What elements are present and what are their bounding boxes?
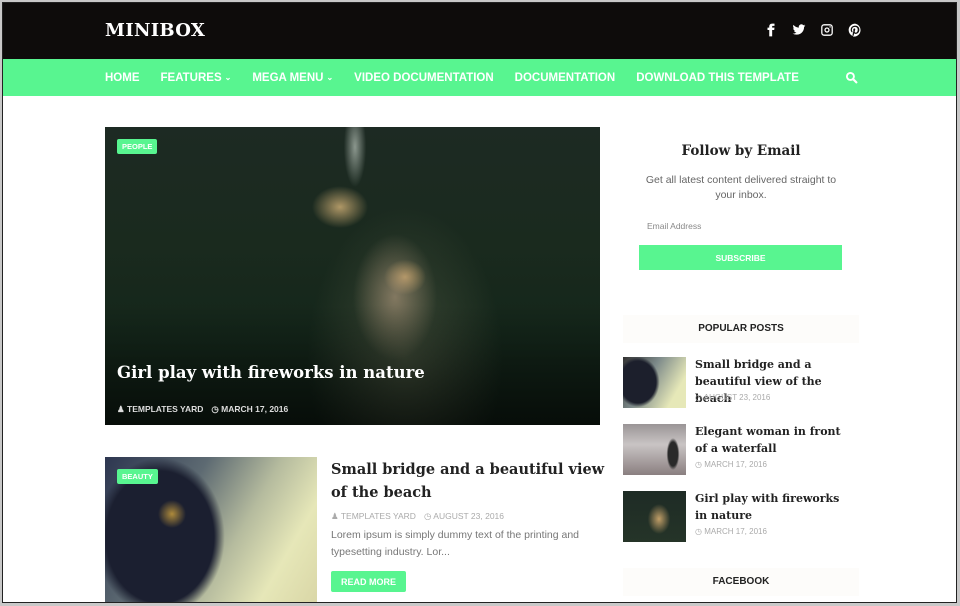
post-thumbnail[interactable]: BEAUTY [105, 457, 317, 602]
clock-icon: ◷ [695, 393, 702, 402]
nav-item-documentation[interactable]: DOCUMENTATION [515, 72, 616, 84]
user-icon: ♟ [117, 404, 125, 414]
category-tag[interactable]: BEAUTY [117, 469, 158, 484]
twitter-icon[interactable] [791, 22, 806, 38]
post-thumbnail[interactable] [623, 424, 686, 475]
date-text: MARCH 17, 2016 [704, 527, 767, 536]
social-links [763, 22, 862, 38]
popular-post-item[interactable]: Girl play with fireworks in nature ◷ MAR… [623, 491, 859, 543]
popular-post-date: ◷ MARCH 17, 2016 [695, 527, 767, 536]
user-icon: ♟ [331, 511, 339, 521]
date: ◷ AUGUST 23, 2016 [424, 511, 504, 522]
top-bar: MINIBOX [3, 3, 956, 59]
follow-by-email-title: Follow by Email [681, 143, 801, 159]
facebook-icon[interactable] [763, 22, 778, 38]
post-thumbnail[interactable] [623, 357, 686, 408]
popular-posts-heading: POPULAR POSTS [623, 315, 859, 343]
author: ♟ TEMPLATES YARD [331, 511, 416, 522]
nav-item-download-template[interactable]: DOWNLOAD THIS TEMPLATE [636, 72, 799, 84]
clock-icon: ◷ [695, 460, 702, 469]
popular-post-item[interactable]: Small bridge and a beautiful view of the… [623, 357, 859, 409]
author: ♟ TEMPLATES YARD [117, 404, 203, 415]
popular-post-title[interactable]: Girl play with fireworks in nature [695, 490, 855, 524]
popular-post-title[interactable]: Elegant woman in front of a waterfall [695, 423, 855, 457]
nav-item-features[interactable]: FEATURES ⌄ [161, 72, 232, 84]
post-title[interactable]: Small bridge and a beautiful view of the… [331, 458, 606, 504]
popular-post-date: ◷ AUGUST 23, 2016 [695, 393, 770, 402]
post-thumbnail[interactable] [623, 491, 686, 542]
nav-item-video-documentation[interactable]: VIDEO DOCUMENTATION [354, 72, 494, 84]
nav-label: DOCUMENTATION [514, 71, 616, 84]
category-tag[interactable]: PEOPLE [117, 139, 158, 154]
featured-post-meta: ♟ TEMPLATES YARD ◷ MARCH 17, 2016 [117, 404, 288, 415]
nav-label: DOWNLOAD THIS TEMPLATE [636, 71, 799, 84]
main-nav: HOME FEATURES ⌄ MEGA MENU ⌄ VIDEO DOCUMENT… [3, 59, 956, 96]
nav-label: HOME [105, 71, 140, 84]
date-text: MARCH 17, 2016 [221, 404, 289, 414]
popular-post-item[interactable]: Elegant woman in front of a waterfall ◷ … [623, 424, 859, 476]
instagram-icon[interactable] [819, 22, 834, 38]
pinterest-icon[interactable] [847, 22, 862, 38]
author-name: TEMPLATES YARD [340, 511, 416, 521]
nav-label: FEATURES [160, 71, 222, 84]
facebook-heading: FACEBOOK [623, 568, 859, 596]
site-logo[interactable]: MINIBOX [105, 20, 205, 41]
date: ◷ MARCH 17, 2016 [211, 404, 288, 415]
page-frame: MINIBOX HOME FEATURES ⌄ MEGA MENU ⌄ VIDEO … [2, 2, 957, 603]
author-name: TEMPLATES YARD [127, 404, 204, 414]
follow-description: Get all latest content delivered straigh… [645, 174, 837, 201]
date-text: AUGUST 23, 2016 [433, 511, 504, 521]
featured-post[interactable]: PEOPLE Girl play with fireworks in natur… [105, 127, 600, 425]
subscribe-button[interactable]: SUBSCRIBE [639, 245, 842, 270]
post-meta: ♟ TEMPLATES YARD ◷ AUGUST 23, 2016 [331, 511, 504, 522]
email-field[interactable] [639, 217, 843, 235]
post-excerpt: Lorem ipsum is simply dummy text of the … [331, 529, 580, 558]
nav-label: MEGA MENU [252, 71, 324, 84]
nav-label: VIDEO DOCUMENTATION [354, 71, 494, 84]
chevron-down-icon: ⌄ [224, 73, 232, 82]
nav-item-mega-menu[interactable]: MEGA MENU ⌄ [252, 72, 333, 84]
clock-icon: ◷ [423, 511, 432, 521]
nav-item-home[interactable]: HOME [105, 72, 140, 84]
chevron-down-icon: ⌄ [326, 73, 334, 82]
clock-icon: ◷ [211, 404, 219, 414]
featured-post-title[interactable]: Girl play with fireworks in nature [117, 363, 425, 382]
search-icon[interactable] [845, 71, 858, 84]
clock-icon: ◷ [695, 527, 702, 536]
date-text: MARCH 17, 2016 [704, 460, 767, 469]
read-more-button[interactable]: READ MORE [331, 571, 406, 592]
date-text: AUGUST 23, 2016 [703, 393, 771, 402]
popular-post-date: ◷ MARCH 17, 2016 [695, 460, 767, 469]
